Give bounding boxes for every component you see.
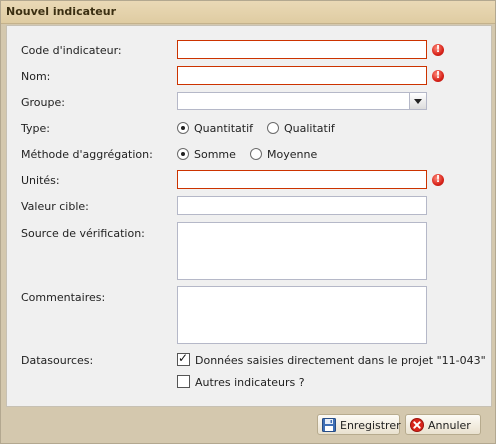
type-option-quantitatif: Quantitatif [194, 122, 254, 135]
datasource-checkbox-autres[interactable] [177, 375, 190, 388]
aggregation-option-somme: Somme [194, 148, 236, 161]
valeur-cible-label: Valeur cible: [21, 200, 89, 213]
type-option-qualitatif: Qualitatif [284, 122, 335, 135]
datasource-option-projet: Données saisies directement dans le proj… [195, 354, 486, 367]
type-radio-quantitatif[interactable] [177, 122, 189, 134]
dialog-window: Nouvel indicateur Code d'indicateur: ! N… [0, 0, 496, 444]
form-panel: Code d'indicateur: ! Nom: ! Groupe: Type… [6, 25, 492, 407]
cancel-button[interactable]: Annuler [405, 414, 481, 435]
cancel-button-label: Annuler [428, 419, 471, 432]
type-radio-qualitatif[interactable] [267, 122, 279, 134]
save-button-label: Enregistrer [340, 419, 401, 432]
aggregation-option-moyenne: Moyenne [267, 148, 318, 161]
cancel-icon [410, 418, 424, 432]
source-label: Source de vérification: [21, 227, 145, 240]
source-textarea[interactable] [177, 222, 427, 280]
aggregation-label: Méthode d'aggrégation: [21, 148, 153, 161]
unites-label: Unités: [21, 174, 60, 187]
datasource-option-autres: Autres indicateurs ? [195, 376, 305, 389]
save-button[interactable]: Enregistrer [317, 414, 401, 435]
aggregation-radio-moyenne[interactable] [250, 148, 262, 160]
unites-input[interactable] [177, 170, 427, 189]
aggregation-radio-somme[interactable] [177, 148, 189, 160]
type-label: Type: [21, 122, 50, 135]
nom-label: Nom: [21, 70, 51, 83]
code-label: Code d'indicateur: [21, 44, 122, 57]
groupe-label: Groupe: [21, 96, 65, 109]
datasources-label: Datasources: [21, 354, 94, 367]
commentaires-textarea[interactable] [177, 286, 427, 344]
title-bar: Nouvel indicateur [1, 1, 495, 24]
error-icon: ! [432, 174, 444, 186]
error-icon: ! [432, 44, 444, 56]
code-input[interactable] [177, 40, 427, 59]
error-icon: ! [432, 70, 444, 82]
nom-input[interactable] [177, 66, 427, 85]
commentaires-label: Commentaires: [21, 291, 106, 304]
datasource-checkbox-projet[interactable] [177, 351, 190, 366]
floppy-disk-icon [322, 418, 336, 432]
dialog-title: Nouvel indicateur [6, 5, 116, 18]
groupe-select[interactable] [177, 92, 410, 110]
chevron-down-icon[interactable] [410, 92, 427, 110]
valeur-cible-input[interactable] [177, 196, 427, 215]
